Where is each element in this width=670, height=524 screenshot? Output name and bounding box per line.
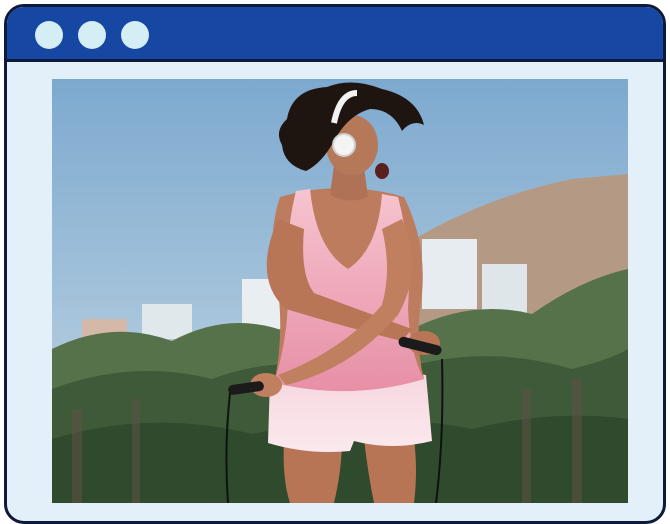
photo-illustration [52, 79, 628, 503]
title-bar [7, 7, 663, 62]
photo-woman-exercising [52, 79, 628, 503]
window-dot-1[interactable] [35, 21, 63, 49]
window-dot-3[interactable] [121, 21, 149, 49]
window-dot-2[interactable] [78, 21, 106, 49]
browser-window [4, 4, 666, 524]
